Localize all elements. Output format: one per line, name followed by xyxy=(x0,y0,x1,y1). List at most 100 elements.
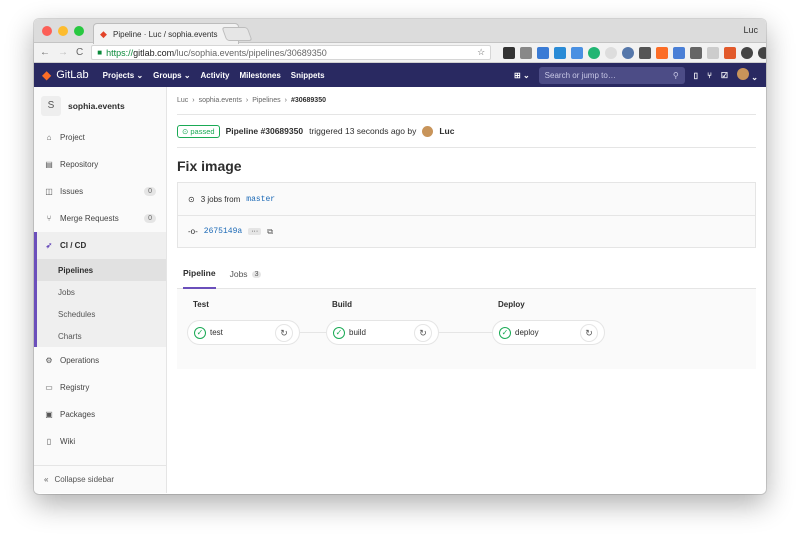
extension-icon[interactable] xyxy=(673,46,686,59)
expand-commit-button[interactable]: ··· xyxy=(248,228,262,235)
project-name: sophia.events xyxy=(68,100,125,111)
nav-snippets[interactable]: Snippets xyxy=(291,71,325,80)
sidebar-item-project[interactable]: ⌂ Project xyxy=(34,124,166,151)
collapse-sidebar-button[interactable]: « Collapse sidebar xyxy=(34,465,166,493)
reload-icon[interactable]: C xyxy=(76,47,83,58)
commit-icon: -o- xyxy=(188,227,198,236)
extension-icon[interactable] xyxy=(537,46,550,59)
url-scheme: https:// xyxy=(106,47,134,58)
extension-icon[interactable] xyxy=(724,46,737,59)
breadcrumb: Luc › sophia.events › Pipelines › #30689350 xyxy=(177,87,756,115)
status-text: passed xyxy=(190,126,215,136)
sidebar-item-operations[interactable]: ⚙ Operations xyxy=(34,347,166,374)
chevron-right-icon: › xyxy=(192,97,195,104)
new-tab-button[interactable] xyxy=(221,27,253,41)
sidebar-subitem-charts[interactable]: Charts xyxy=(37,325,166,347)
sidebar-subitem-jobs[interactable]: Jobs xyxy=(37,281,166,303)
trigger-user[interactable]: Luc xyxy=(439,126,454,136)
issues-icon[interactable]: ▯ xyxy=(694,71,698,80)
chevron-right-icon: › xyxy=(284,97,287,104)
extension-icon[interactable] xyxy=(690,46,703,59)
zoom-window-button[interactable] xyxy=(74,26,84,36)
minimize-window-button[interactable] xyxy=(58,26,68,36)
back-icon[interactable]: ← xyxy=(40,47,50,58)
extension-icon[interactable] xyxy=(520,46,533,59)
nav-activity[interactable]: Activity xyxy=(201,71,230,80)
sidebar-item-merge-requests[interactable]: ⑂ Merge Requests 0 xyxy=(34,205,166,232)
packages-icon: ▣ xyxy=(45,410,53,419)
stage-connector xyxy=(439,332,493,333)
job-name: deploy xyxy=(515,328,539,337)
user-avatar[interactable]: ⌄ xyxy=(737,68,758,82)
extension-icon[interactable] xyxy=(588,46,601,59)
sidebar-item-ci-cd[interactable]: ➶ CI / CD xyxy=(34,232,166,259)
success-check-icon: ✓ xyxy=(499,326,511,339)
tanuki-icon: ◆ xyxy=(42,68,52,82)
extension-icon[interactable] xyxy=(758,46,766,59)
sidebar-item-issues[interactable]: ◫ Issues 0 xyxy=(34,178,166,205)
bookmark-star-icon[interactable]: ☆ xyxy=(477,47,485,58)
pipeline-tabs: Pipeline Jobs 3 xyxy=(177,260,756,289)
breadcrumb-user[interactable]: Luc xyxy=(177,97,188,104)
sidebar-item-label: Wiki xyxy=(60,437,76,446)
extension-icon[interactable] xyxy=(605,46,618,59)
sidebar-item-registry[interactable]: ▭ Registry xyxy=(34,374,166,401)
sidebar-item-label: Project xyxy=(60,133,85,142)
profile-name[interactable]: Luc xyxy=(743,25,758,35)
gitlab-logo[interactable]: ◆ GitLab xyxy=(42,68,89,82)
tab-pipeline[interactable]: Pipeline xyxy=(183,260,216,289)
avatar[interactable] xyxy=(422,125,434,137)
sidebar-project[interactable]: S sophia.events xyxy=(34,87,166,124)
sidebar-item-packages[interactable]: ▣ Packages xyxy=(34,401,166,428)
pipeline-id: Pipeline #30689350 xyxy=(225,126,304,136)
extension-icon[interactable] xyxy=(554,46,567,59)
commit-sha-link[interactable]: 2675149a xyxy=(204,227,242,236)
branch-link[interactable]: master xyxy=(246,195,275,204)
sidebar-item-wiki[interactable]: ▯ Wiki xyxy=(34,428,166,455)
job-name: build xyxy=(349,328,366,337)
breadcrumb-project[interactable]: sophia.events xyxy=(199,97,242,104)
gitlab-favicon-icon: ◆ xyxy=(100,28,107,39)
success-check-icon: ✓ xyxy=(194,326,206,339)
page-body: S sophia.events ⌂ Project ▤ Repository ◫… xyxy=(34,87,766,493)
retry-icon[interactable]: ↻ xyxy=(275,323,293,342)
breadcrumb-pipelines[interactable]: Pipelines xyxy=(252,97,280,104)
project-sidebar: S sophia.events ⌂ Project ▤ Repository ◫… xyxy=(34,87,167,493)
extension-icon[interactable] xyxy=(741,46,754,59)
nav-groups[interactable]: Groups ⌄ xyxy=(153,71,190,80)
double-chevron-left-icon: « xyxy=(44,475,49,484)
new-item-icon[interactable]: ⊞ ⌄ xyxy=(514,71,530,80)
extension-icon[interactable] xyxy=(503,46,516,59)
sidebar-subitem-schedules[interactable]: Schedules xyxy=(37,303,166,325)
job-name: test xyxy=(210,328,223,337)
merge-requests-count-badge: 0 xyxy=(144,214,156,223)
merge-requests-icon[interactable]: ⑂ xyxy=(707,71,712,80)
job-test[interactable]: ✓ test ↻ xyxy=(187,320,300,345)
status-badge[interactable]: ⊙ passed xyxy=(177,124,220,138)
job-deploy[interactable]: ✓ deploy ↻ xyxy=(492,320,605,345)
close-window-button[interactable] xyxy=(42,26,52,36)
clock-icon: ⊙ xyxy=(188,194,195,204)
tab-jobs[interactable]: Jobs 3 xyxy=(230,260,262,289)
sidebar-item-repository[interactable]: ▤ Repository xyxy=(34,151,166,178)
url-field[interactable]: ■ https://gitlab.com/luc/sophia.events/p… xyxy=(91,45,492,60)
retry-icon[interactable]: ↻ xyxy=(414,323,432,342)
extension-icon[interactable] xyxy=(622,46,635,59)
tab-jobs-label: Jobs xyxy=(229,269,248,279)
copy-icon[interactable]: ⧉ xyxy=(267,227,273,237)
stage-connector xyxy=(300,332,326,333)
extension-icon[interactable] xyxy=(656,46,669,59)
browser-tab[interactable]: ◆ Pipeline · Luc / sophia.events × xyxy=(93,23,239,44)
forward-icon[interactable]: → xyxy=(58,47,68,58)
search-input[interactable]: Search or jump to… ⚲ xyxy=(538,66,685,84)
extension-icon[interactable] xyxy=(639,46,652,59)
extension-icon[interactable] xyxy=(571,46,584,59)
sidebar-subitem-pipelines[interactable]: Pipelines xyxy=(37,259,166,281)
nav-milestones[interactable]: Milestones xyxy=(239,71,280,80)
extension-icon[interactable] xyxy=(707,46,720,59)
job-build[interactable]: ✓ build ↻ xyxy=(326,320,439,345)
retry-icon[interactable]: ↻ xyxy=(580,323,598,342)
todos-icon[interactable]: ☑ xyxy=(721,71,728,80)
home-icon: ⌂ xyxy=(46,133,52,142)
nav-projects[interactable]: Projects ⌄ xyxy=(103,71,144,80)
